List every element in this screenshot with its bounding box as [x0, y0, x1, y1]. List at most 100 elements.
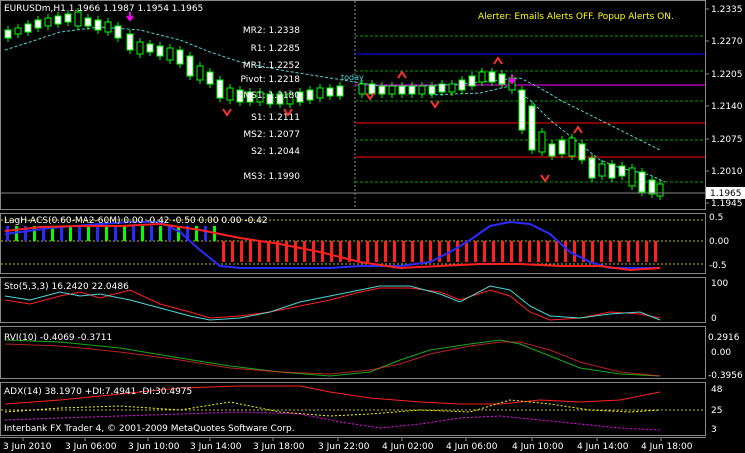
candle-body [468, 75, 476, 87]
time-tick: 3 Jun 06:00 [65, 442, 117, 452]
acs-bar [195, 226, 198, 241]
acs-bar [294, 241, 297, 262]
rvi-main [4, 339, 661, 377]
acs-histogram [6, 226, 657, 262]
candle-body [136, 41, 144, 55]
adx-plus-di [4, 399, 661, 417]
candle-body [428, 85, 436, 95]
time-tick: 4 Jun 06:00 [446, 442, 498, 452]
candle-body [448, 83, 456, 93]
acs-bar [69, 226, 72, 241]
candle-body [326, 87, 334, 97]
time-tick: 4 Jun 14:00 [577, 442, 629, 452]
price-tick: 1.2140 [711, 102, 743, 112]
candle-body [166, 47, 174, 61]
acs-bar [87, 226, 90, 241]
candle-body [438, 83, 446, 93]
time-tick: 4 Jun 02:00 [382, 442, 434, 452]
acs-bar [411, 241, 414, 262]
acs-bar [474, 241, 477, 262]
copyright: Interbank FX Trader 4, © 2001-2009 MetaQ… [4, 424, 295, 434]
rvi-tick: 0.2916 [708, 333, 740, 343]
acs-tick: 0.00 [709, 237, 729, 247]
candle-body [368, 83, 376, 95]
candle-body [316, 87, 324, 99]
candle-body [146, 43, 154, 53]
time-axis: 3 Jun 2010 3 Jun 06:00 3 Jun 10:00 3 Jun 14… [3, 437, 693, 452]
candle-body [488, 71, 496, 83]
adx-tick: 25 [711, 406, 722, 416]
candles [4, 8, 664, 200]
acs-bar [627, 241, 630, 262]
time-tick: 3 Jun 2010 [3, 442, 52, 452]
acs-bar [330, 241, 333, 262]
rvi-signal [4, 341, 661, 377]
candle-body [568, 137, 576, 157]
acs-bar [636, 241, 639, 262]
candle-body [408, 85, 416, 95]
candle-body [478, 71, 486, 83]
acs-bar [78, 226, 81, 241]
candle-body [74, 11, 82, 27]
candle-body [388, 85, 396, 95]
candle-body [598, 163, 606, 177]
acs-bar [204, 226, 207, 241]
candle-body [84, 17, 92, 27]
candle-body [656, 183, 664, 197]
candle-body [206, 71, 214, 85]
acs-bar [645, 241, 648, 262]
acs-bar [357, 241, 360, 262]
candle-body [44, 17, 52, 27]
candle-body [398, 85, 406, 95]
pivot-label: MS1: 1.2180 [243, 91, 300, 101]
pivot-label: S1: 1.2111 [251, 113, 300, 123]
acs-bar [60, 226, 63, 241]
candle-body [34, 19, 42, 29]
candle-body [186, 55, 194, 77]
candle-body [64, 13, 72, 23]
sto-tick: 100 [711, 279, 728, 289]
candle-body [176, 49, 184, 65]
price-tick: 1.2270 [711, 37, 743, 47]
acs-bar [96, 226, 99, 241]
alert-status: Alerter: Emails Alerts OFF. Popup Alerts… [478, 12, 674, 22]
sell-arrow [540, 174, 550, 183]
pivot-label: MS3: 1.1990 [243, 172, 300, 182]
acs-bar [564, 241, 567, 262]
candle-body [628, 167, 636, 187]
candle-body [378, 85, 386, 95]
candle-body [196, 65, 204, 81]
acs-bar [510, 241, 513, 262]
candle-body [226, 87, 234, 101]
candle-body [588, 157, 596, 179]
pivot-label: MR1: 1.2252 [243, 61, 300, 71]
price-tick: 1.2205 [711, 70, 743, 80]
candle-body [498, 73, 506, 85]
acs-bar [258, 241, 261, 262]
acs-bar [339, 241, 342, 262]
acs-bar [303, 241, 306, 262]
time-tick: 3 Jun 10:00 [128, 442, 180, 452]
candle-body [548, 143, 556, 157]
candle-body [336, 85, 344, 97]
candle-body [114, 25, 122, 39]
acs-bar [600, 241, 603, 262]
rvi-label: RVI(10) -0.4069 -0.3711 [4, 333, 112, 343]
candle-body [156, 45, 164, 57]
time-tick: 3 Jun 22:00 [318, 442, 370, 452]
time-tick: 3 Jun 14:00 [190, 442, 242, 452]
adx-tick: 48 [711, 385, 723, 395]
candle-body [418, 85, 426, 95]
pivot-label: S2: 1.2044 [251, 147, 300, 157]
candle-body [358, 83, 366, 95]
candle-body [14, 27, 22, 35]
sto-tick: 0 [711, 314, 717, 324]
price-axis: 1.2335 1.2270 1.2205 1.2140 1.2075 1.2010 1.19… [705, 5, 743, 209]
pivot-label: Pivot: 1.2218 [241, 75, 301, 85]
acs-bar [231, 241, 234, 262]
candle-body [216, 79, 224, 99]
acs-bar [105, 226, 108, 241]
candle-body [618, 165, 626, 177]
acs-bar [456, 241, 459, 262]
marker-arrow [508, 75, 516, 85]
